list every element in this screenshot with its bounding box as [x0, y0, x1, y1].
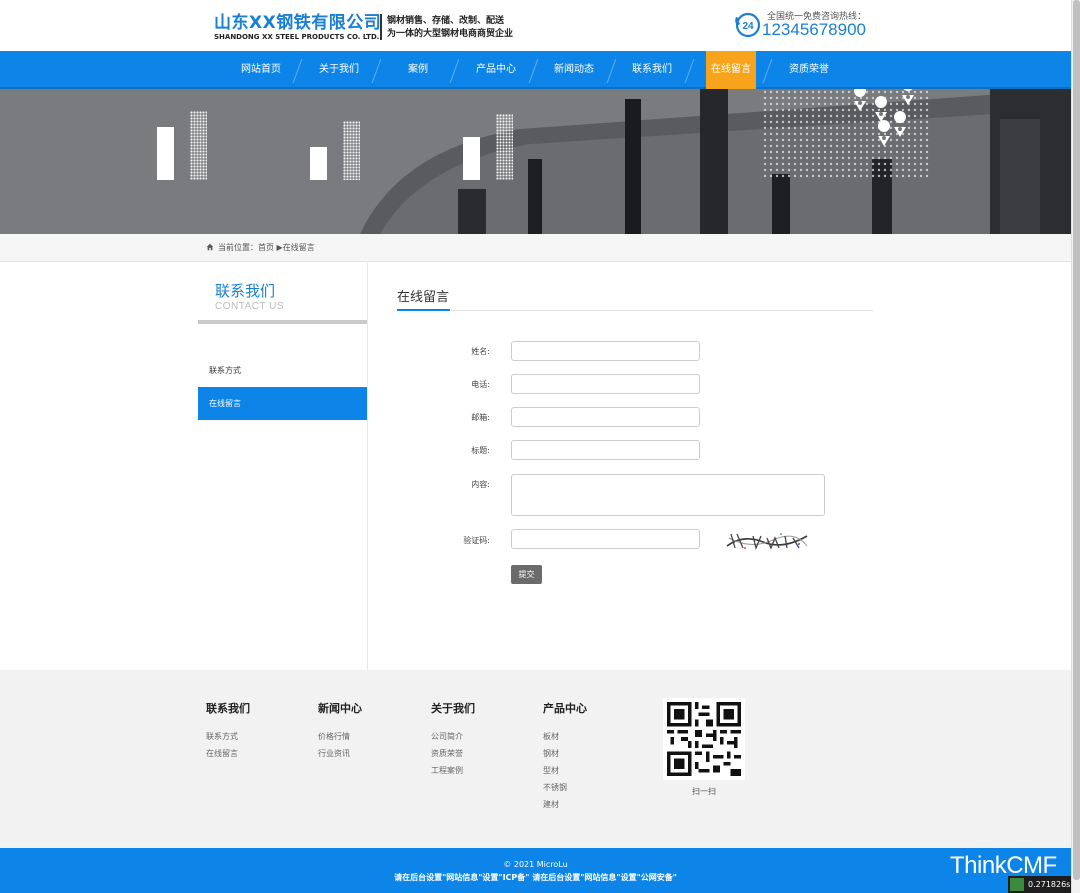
- footer-column-contact: 联系我们 联系方式 在线留言: [206, 700, 250, 762]
- nav-item-about[interactable]: 关于我们: [300, 51, 378, 89]
- footer-link[interactable]: 建材: [543, 796, 587, 813]
- slogan: 钢材销售、存储、改制、配送 为一体的大型钢材电商商贸企业: [387, 15, 513, 41]
- sidebar-item-contact-info[interactable]: 联系方式: [198, 354, 367, 387]
- footer: 联系我们 联系方式 在线留言 新闻中心 价格行情 行业资讯 关于我们 公司简介 …: [0, 670, 1071, 848]
- footer-link[interactable]: 钢材: [543, 745, 587, 762]
- qr-code: [663, 698, 745, 780]
- page: 山东XX钢铁有限公司 SHANDONG XX STEEL PRODUCTS CO…: [0, 0, 1071, 893]
- message-textarea[interactable]: [511, 474, 825, 516]
- banner-bar-dotted: [496, 114, 513, 180]
- subject-label: 标题:: [471, 446, 490, 455]
- sidebar-content-divider: [367, 263, 368, 670]
- scrollbar[interactable]: [1071, 0, 1080, 893]
- sidebar-subtitle: CONTACT US: [215, 301, 285, 312]
- footer-link[interactable]: 工程案例: [431, 762, 475, 779]
- captcha-input[interactable]: [511, 529, 700, 549]
- copyright: © 2021 MicroLu: [503, 860, 568, 869]
- nav-item-cases[interactable]: 案例: [379, 51, 457, 89]
- footer-column-news: 新闻中心 价格行情 行业资讯: [318, 700, 362, 762]
- banner-bar-dotted: [343, 121, 360, 180]
- logo-divider: [380, 14, 382, 40]
- footer-link[interactable]: 行业资讯: [318, 745, 362, 762]
- footer-link[interactable]: 不锈钢: [543, 779, 587, 796]
- slogan-line-2: 为一体的大型钢材电商商贸企业: [387, 29, 514, 39]
- sidebar: 联系我们 CONTACT US 联系方式 在线留言: [198, 263, 367, 670]
- home-icon: [206, 243, 214, 251]
- name-label: 姓名:: [471, 347, 490, 356]
- icp-notice: 请在后台设置"网站信息"设置"ICP备" 请在后台设置"网站信息"设置"公网安备…: [394, 873, 677, 882]
- main-nav: 网站首页 关于我们 案例 产品中心 新闻动态 联系我们 在线留言 资质荣誉: [0, 51, 1071, 89]
- slogan-line-1: 钢材销售、存储、改制、配送: [387, 16, 505, 26]
- footer-column-products: 产品中心 板材 钢材 型材 不锈钢 建材: [543, 700, 587, 813]
- bottom-bar: © 2021 MicroLu 请在后台设置"网站信息"设置"ICP备" 请在后台…: [0, 848, 1071, 893]
- banner-bar: [463, 137, 480, 180]
- nav-item-news[interactable]: 新闻动态: [535, 51, 613, 89]
- sidebar-title: 联系我们: [215, 282, 276, 300]
- logo-cn: 山东XX钢铁有限公司: [214, 13, 382, 33]
- nav-item-message[interactable]: 在线留言: [706, 51, 756, 89]
- footer-column-about: 关于我们 公司简介 资质荣誉 工程案例: [431, 700, 475, 779]
- submit-button[interactable]: 提交: [511, 565, 542, 584]
- content-title-accent: [397, 309, 450, 311]
- nav-item-contact[interactable]: 联系我们: [613, 51, 691, 89]
- phone-input[interactable]: [511, 374, 700, 394]
- banner-bar: [157, 127, 174, 180]
- debug-icon: [1010, 878, 1024, 891]
- email-input[interactable]: [511, 407, 700, 427]
- qr-label: 扫一扫: [692, 787, 716, 796]
- scrollbar-thumb[interactable]: [1073, 0, 1080, 880]
- sidebar-divider: [198, 320, 367, 324]
- logo-en: SHANDONG XX STEEL PRODUCTS CO. LTD.: [214, 33, 380, 41]
- qr-code-image: [667, 702, 741, 776]
- subject-input[interactable]: [511, 440, 700, 460]
- nav-item-products[interactable]: 产品中心: [457, 51, 535, 89]
- nav-item-home[interactable]: 网站首页: [222, 51, 300, 89]
- content-title-underline: [397, 310, 873, 311]
- footer-link[interactable]: 联系方式: [206, 728, 250, 745]
- breadcrumb: 当前位置：首页 ▶在线留言: [0, 234, 1071, 262]
- email-label: 邮箱:: [471, 413, 490, 422]
- name-input[interactable]: [511, 341, 700, 361]
- map-pin-icons: [854, 89, 914, 146]
- header: 山东XX钢铁有限公司 SHANDONG XX STEEL PRODUCTS CO…: [0, 0, 1071, 51]
- logo[interactable]: 山东XX钢铁有限公司 SHANDONG XX STEEL PRODUCTS CO…: [214, 13, 384, 42]
- captcha-image[interactable]: [723, 528, 809, 554]
- phone-label: 电话:: [471, 380, 490, 389]
- banner-bar: [310, 147, 327, 180]
- footer-column-title: 联系我们: [206, 702, 250, 715]
- message-label: 内容:: [471, 480, 490, 489]
- content-title: 在线留言: [397, 290, 450, 305]
- debug-time: 0.271826s: [1028, 880, 1071, 889]
- footer-link[interactable]: 在线留言: [206, 745, 250, 762]
- footer-link[interactable]: 型材: [543, 762, 587, 779]
- banner-bar-dotted: [190, 111, 207, 180]
- footer-column-title: 产品中心: [543, 702, 587, 715]
- phone-24-icon: 24: [735, 12, 761, 38]
- captcha-label: 验证码:: [463, 536, 490, 545]
- banner: [0, 89, 1071, 234]
- footer-link[interactable]: 板材: [543, 728, 587, 745]
- footer-column-title: 新闻中心: [318, 702, 362, 715]
- debug-timer[interactable]: 0.271826s: [1008, 876, 1071, 893]
- footer-link[interactable]: 资质荣誉: [431, 745, 475, 762]
- footer-link[interactable]: 价格行情: [318, 728, 362, 745]
- breadcrumb-text: 当前位置：首页 ▶在线留言: [218, 243, 315, 252]
- hotline-badge: 24: [742, 21, 754, 32]
- hotline-number: 12345678900: [762, 20, 867, 39]
- footer-link[interactable]: 公司简介: [431, 728, 475, 745]
- sidebar-item-online-message[interactable]: 在线留言: [198, 387, 367, 420]
- nav-item-honors[interactable]: 资质荣誉: [770, 51, 848, 89]
- footer-column-title: 关于我们: [431, 702, 475, 715]
